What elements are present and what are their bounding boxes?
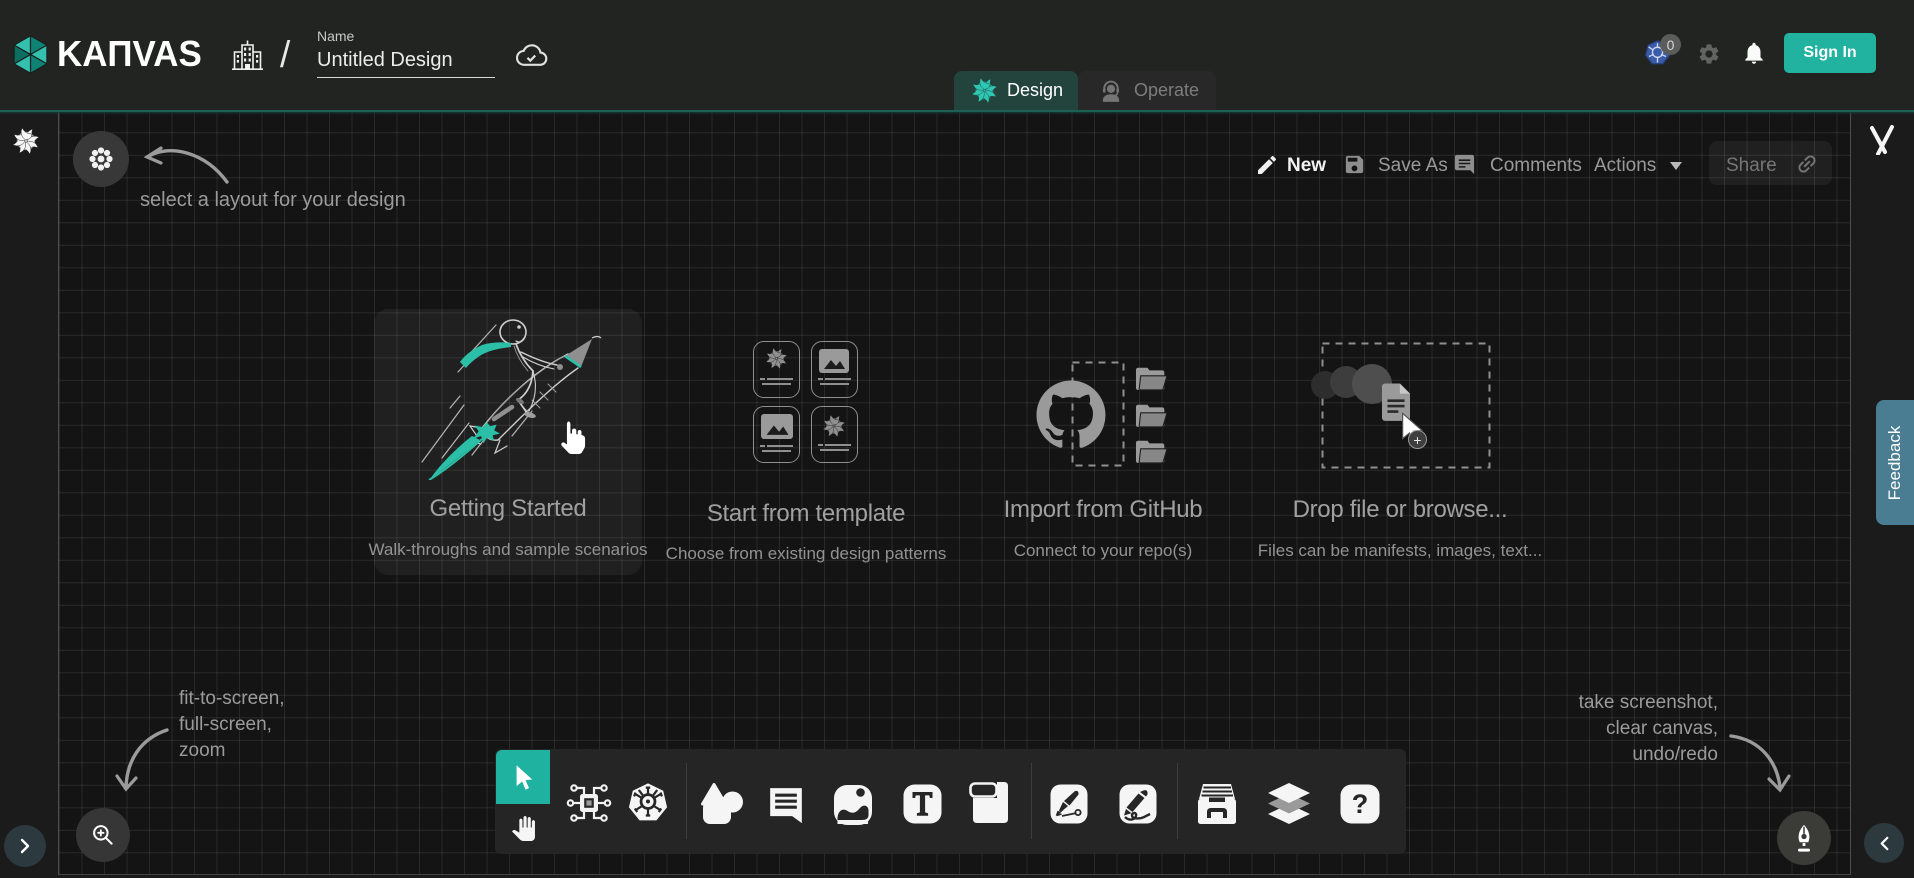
svg-text:?: ? — [1352, 789, 1369, 819]
